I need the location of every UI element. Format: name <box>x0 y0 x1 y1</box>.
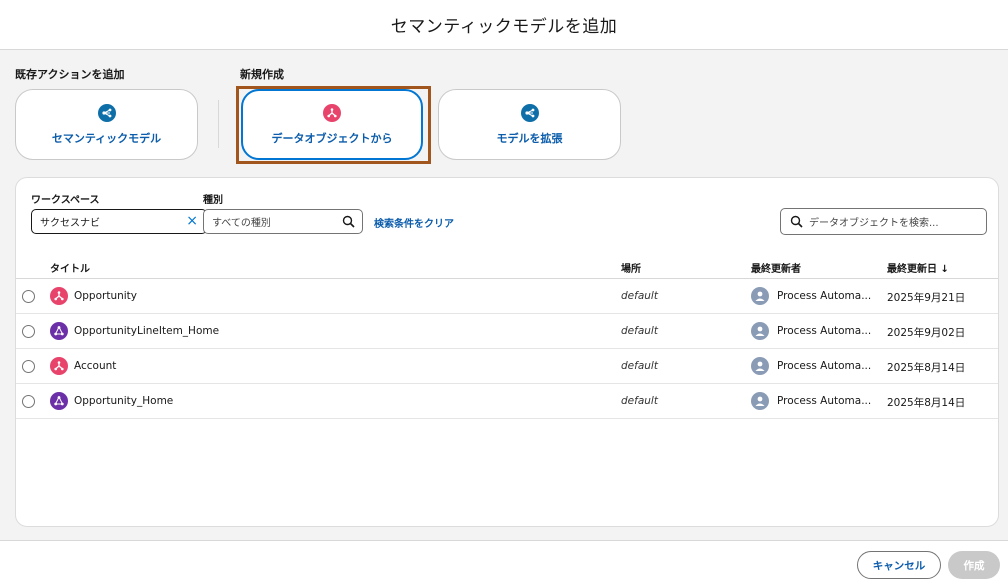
card-label: セマンティックモデル <box>51 131 162 145</box>
type-label: 種別 <box>203 195 223 206</box>
row-date: 2025年8月14日 <box>887 397 966 409</box>
existing-section-label: 既存アクションを追加 <box>15 68 125 81</box>
row-updater: Process Automa... <box>777 395 872 407</box>
type-select[interactable]: すべての種別 <box>203 209 363 234</box>
user-avatar-icon <box>751 392 769 410</box>
create-button[interactable]: 作成 <box>948 551 1000 579</box>
card-extend-model[interactable]: モデルを拡張 <box>438 89 621 160</box>
row-location: default <box>621 395 658 407</box>
column-location[interactable]: 場所 <box>621 260 641 275</box>
type-placeholder: すべての種別 <box>212 218 271 229</box>
table-row[interactable]: OpportunityLineItem_Home default Process… <box>16 314 998 349</box>
card-divider <box>218 100 219 148</box>
row-location: default <box>621 325 658 337</box>
row-radio[interactable] <box>22 290 35 303</box>
user-avatar-icon <box>751 287 769 305</box>
extend-model-icon <box>520 103 539 122</box>
cancel-button[interactable]: キャンセル <box>857 551 941 579</box>
new-section-label: 新規作成 <box>240 68 284 81</box>
highlight-frame <box>236 86 431 164</box>
data-model-icon <box>50 322 68 340</box>
search-icon <box>342 215 355 231</box>
data-model-icon <box>50 392 68 410</box>
data-object-icon <box>50 357 68 375</box>
row-title: OpportunityLineItem_Home <box>74 325 220 337</box>
results-panel: ワークスペース サクセスナビ × 種別 すべての種別 検索条件をクリア データオ… <box>15 177 999 527</box>
workspace-value: サクセスナビ <box>40 218 100 229</box>
table-row[interactable]: Opportunity default Process Automa... 20… <box>16 279 998 314</box>
row-radio[interactable] <box>22 325 35 338</box>
card-label: モデルを拡張 <box>496 131 563 145</box>
data-object-icon <box>50 287 68 305</box>
row-location: default <box>621 360 658 372</box>
modal-header: セマンティックモデルを追加 <box>0 0 1008 50</box>
row-updater: Process Automa... <box>777 360 872 372</box>
row-date: 2025年9月21日 <box>887 292 966 304</box>
row-date: 2025年9月02日 <box>887 327 966 339</box>
table-row[interactable]: Opportunity_Home default Process Automa.… <box>16 384 998 419</box>
column-updater[interactable]: 最終更新者 <box>751 260 801 275</box>
clear-filters-link[interactable]: 検索条件をクリア <box>374 215 454 230</box>
search-placeholder: データオブジェクトを検索... <box>809 218 939 229</box>
row-radio[interactable] <box>22 360 35 373</box>
row-title: Account <box>74 360 117 372</box>
footer-divider <box>0 540 1008 541</box>
workspace-input[interactable]: サクセスナビ × <box>31 209 207 234</box>
row-radio[interactable] <box>22 395 35 408</box>
data-object-search-input[interactable]: データオブジェクトを検索... <box>780 208 987 235</box>
row-location: default <box>621 290 658 302</box>
search-icon <box>790 215 803 231</box>
row-title: Opportunity_Home <box>74 395 174 407</box>
modal-title: セマンティックモデルを追加 <box>390 17 618 37</box>
user-avatar-icon <box>751 322 769 340</box>
add-semantic-model-modal: セマンティックモデルを追加 既存アクションを追加 新規作成 セマンティックモデル… <box>0 0 1008 586</box>
row-updater: Process Automa... <box>777 325 872 337</box>
clear-icon[interactable]: × <box>186 214 198 229</box>
user-avatar-icon <box>751 357 769 375</box>
column-title[interactable]: タイトル <box>50 260 90 275</box>
semantic-model-icon <box>97 103 116 122</box>
table-header: タイトル 場所 最終更新者 最終更新日 ↓ <box>16 251 998 279</box>
table-row[interactable]: Account default Process Automa... 2025年8… <box>16 349 998 384</box>
row-title: Opportunity <box>74 290 138 302</box>
card-semantic-model[interactable]: セマンティックモデル <box>15 89 198 160</box>
column-updated-date[interactable]: 最終更新日 ↓ <box>887 260 949 275</box>
row-date: 2025年8月14日 <box>887 362 966 374</box>
row-updater: Process Automa... <box>777 290 872 302</box>
workspace-label: ワークスペース <box>31 195 100 206</box>
